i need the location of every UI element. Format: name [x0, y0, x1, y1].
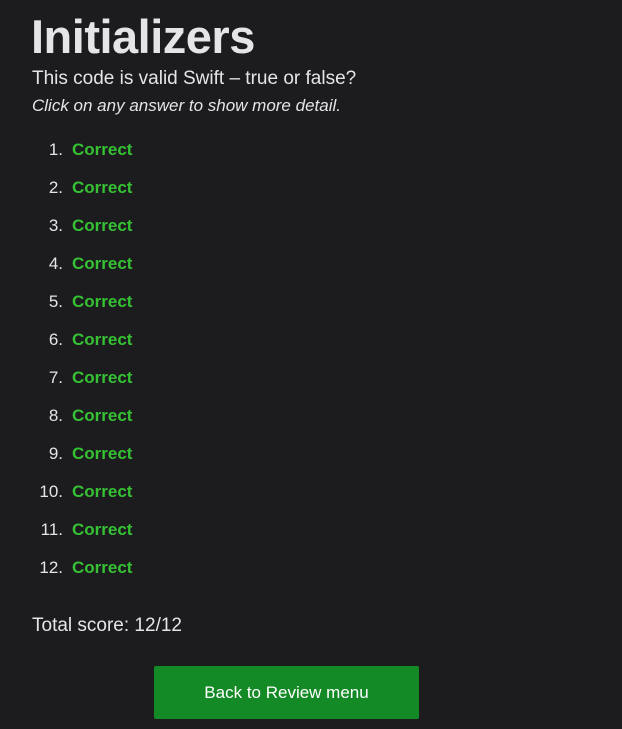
result-number: 2. — [48, 178, 63, 197]
result-number: 11. — [40, 520, 63, 539]
page-title: Initializers — [31, 10, 255, 63]
result-answer[interactable]: Correct — [72, 397, 132, 435]
result-number: 8. — [48, 406, 63, 425]
results-page: Initializers This code is valid Swift – … — [0, 0, 622, 729]
result-answer[interactable]: Correct — [72, 435, 132, 473]
result-number: 1. — [48, 140, 63, 159]
result-answer[interactable]: Correct — [72, 473, 132, 511]
total-score: Total score: 12/12 — [32, 615, 182, 636]
result-answer[interactable]: Correct — [72, 169, 132, 207]
result-number: 7. — [48, 368, 63, 387]
result-number: 10. — [39, 482, 63, 501]
result-number: 12. — [39, 558, 63, 577]
result-answer[interactable]: Correct — [72, 283, 132, 321]
result-number: 6. — [48, 330, 63, 349]
result-number: 5. — [48, 292, 63, 311]
result-answer[interactable]: Correct — [72, 131, 132, 169]
result-number: 4. — [48, 254, 63, 273]
instruction-hint: Click on any answer to show more detail. — [32, 96, 341, 115]
result-answer[interactable]: Correct — [72, 511, 132, 549]
back-to-review-menu-button[interactable]: Back to Review menu — [154, 666, 419, 719]
result-answer[interactable]: Correct — [72, 321, 132, 359]
result-answer[interactable]: Correct — [72, 245, 132, 283]
question-prompt: This code is valid Swift – true or false… — [32, 68, 357, 89]
result-number: 9. — [48, 444, 63, 463]
result-answer[interactable]: Correct — [72, 207, 132, 245]
result-answer[interactable]: Correct — [72, 359, 132, 397]
result-number: 3. — [48, 216, 63, 235]
result-answer[interactable]: Correct — [72, 549, 132, 587]
